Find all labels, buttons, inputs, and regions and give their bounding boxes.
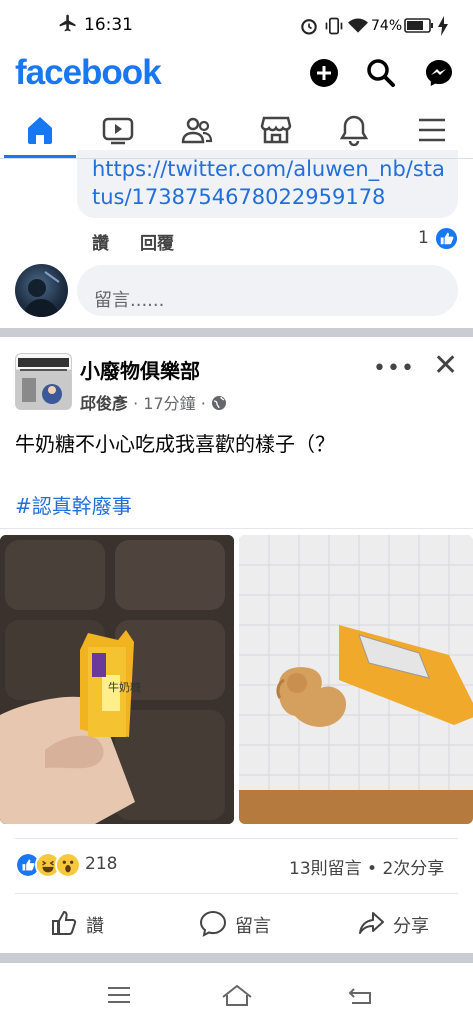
messenger-button[interactable] xyxy=(424,58,454,88)
actions-divider xyxy=(15,893,458,894)
comment-icon xyxy=(199,910,227,937)
post-author[interactable]: 邱俊彥 xyxy=(80,394,128,413)
battery-icon xyxy=(404,18,433,33)
create-icon xyxy=(310,59,338,87)
image-divider xyxy=(0,528,473,529)
comment-button[interactable]: 留言 xyxy=(199,903,319,943)
share-label: 分享 xyxy=(393,916,429,937)
post-text: 牛奶糖不小心吃成我喜歡的樣子（？ xyxy=(15,432,335,456)
tab-notifications[interactable] xyxy=(331,107,377,153)
airplane-icon xyxy=(59,14,76,32)
create-button[interactable] xyxy=(309,58,339,88)
menu-icon[interactable] xyxy=(106,985,132,1005)
android-nav-bar xyxy=(0,963,473,1024)
back-icon[interactable] xyxy=(348,985,374,1005)
page-avatar[interactable] xyxy=(15,353,72,410)
post-image-2[interactable] xyxy=(239,535,473,824)
share-button[interactable]: 分享 xyxy=(357,903,467,943)
avatar[interactable] xyxy=(15,264,68,317)
candy-wrapper-text: 牛奶糖 xyxy=(108,680,141,694)
comments-shares-count[interactable]: 13則留言 • 2次分享 xyxy=(289,854,444,879)
candy-photo: 牛奶糖 xyxy=(0,535,234,824)
post-time: · 17分鐘 · xyxy=(133,394,206,413)
tab-watch[interactable] xyxy=(95,107,141,153)
vibrate-icon xyxy=(325,17,343,35)
clock: 16:31 xyxy=(84,15,133,35)
comment-reaction-count: 1 xyxy=(418,228,429,248)
share-icon xyxy=(359,912,384,934)
thumbs-up-icon xyxy=(52,910,77,935)
home-icon xyxy=(28,117,52,144)
bell-icon xyxy=(339,115,369,146)
reaction-count[interactable]: 218 xyxy=(85,854,117,874)
messenger-icon xyxy=(426,60,452,86)
avatar-photo xyxy=(23,271,60,317)
post-meta: 邱俊彥 · 17分鐘 · xyxy=(80,390,227,414)
close-icon[interactable]: ✕ xyxy=(433,348,458,383)
facebook-logo[interactable]: facebook xyxy=(15,53,162,93)
tab-marketplace[interactable] xyxy=(253,107,299,153)
more-options-button[interactable]: ••• xyxy=(373,356,415,381)
like-reaction-icon xyxy=(435,227,458,250)
charging-icon xyxy=(438,16,448,36)
alarm-icon xyxy=(301,19,317,35)
tab-home[interactable] xyxy=(17,107,63,153)
like-button[interactable]: 讚 xyxy=(50,903,170,943)
like-label: 讚 xyxy=(86,916,104,937)
tab-menu[interactable] xyxy=(409,107,455,153)
comment-link[interactable]: https://twitter.com/aluwen_nb/status/173… xyxy=(92,155,452,211)
search-button[interactable] xyxy=(366,58,396,88)
page-avatar-image xyxy=(18,358,69,404)
stats-divider xyxy=(15,838,458,839)
dog-shaped-candy-photo xyxy=(239,535,473,824)
globe-icon xyxy=(211,396,226,410)
page-name[interactable]: 小廢物俱樂部 xyxy=(80,355,200,384)
wow-reaction-icon xyxy=(55,852,81,878)
feed-divider xyxy=(0,328,473,337)
home-icon[interactable] xyxy=(220,983,254,1007)
store-icon xyxy=(260,116,292,144)
feed-divider-bottom xyxy=(0,953,473,963)
comment-reply-button[interactable]: 回覆 xyxy=(140,229,174,254)
post-image-1[interactable]: 牛奶糖 xyxy=(0,535,234,824)
status-bar: 16:31 74% xyxy=(0,0,473,50)
tab-friends[interactable] xyxy=(174,107,220,153)
friends-icon xyxy=(181,117,213,144)
comment-like-button[interactable]: 讚 xyxy=(92,229,109,254)
search-icon xyxy=(367,59,395,87)
comment-placeholder: 留言...... xyxy=(94,290,165,311)
wifi-icon xyxy=(348,18,368,33)
comment-label: 留言 xyxy=(235,916,271,937)
battery-percentage: 74% xyxy=(371,18,403,34)
video-icon xyxy=(102,117,134,145)
hashtag-link[interactable]: #認真幹廢事 xyxy=(15,490,132,519)
hamburger-icon xyxy=(419,118,445,142)
